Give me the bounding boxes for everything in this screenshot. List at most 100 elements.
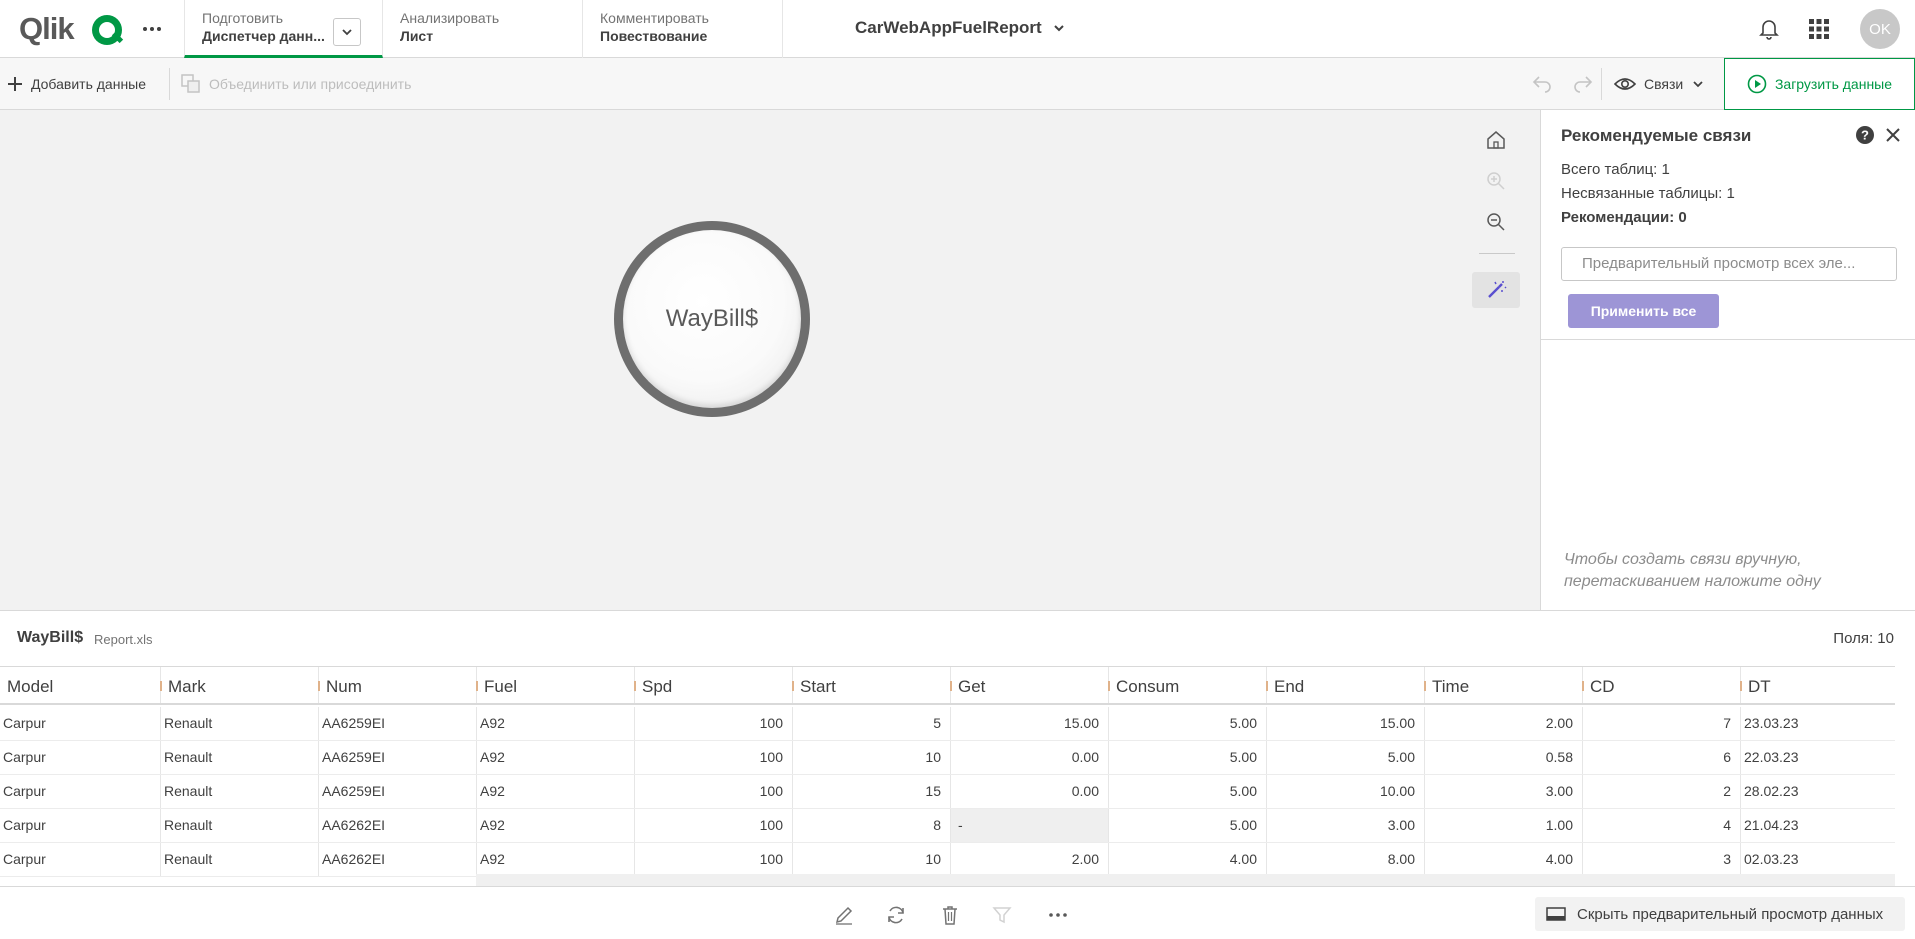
data-manager-toolbar: Добавить данные Объединить или присоедин… xyxy=(0,58,1915,110)
panel-divider xyxy=(1541,339,1915,340)
more-options-icon[interactable] xyxy=(1045,902,1071,928)
join-button[interactable]: Объединить или присоединить xyxy=(181,58,411,110)
table-cell: - xyxy=(951,809,1109,842)
filter-icon[interactable] xyxy=(989,902,1015,928)
chevron-down-icon xyxy=(1693,81,1703,88)
undo-icon xyxy=(1532,76,1551,93)
user-avatar[interactable]: OK xyxy=(1860,9,1900,49)
help-icon[interactable]: ? xyxy=(1855,125,1875,145)
table-cell: AA6259EI xyxy=(319,741,477,774)
app-title-dropdown[interactable]: CarWebAppFuelReport xyxy=(855,18,1066,38)
column-header[interactable]: Get xyxy=(950,667,1109,703)
table-cell: 100 xyxy=(635,775,793,808)
table-row: Carpur Renault AA6259EI A92 100 5 15.00 5.00 15.… xyxy=(0,707,1895,741)
table-bubble-waybill[interactable]: WayBill$ xyxy=(614,221,810,417)
recommendations-count: Рекомендации: 0 xyxy=(1561,209,1687,226)
svg-text:?: ? xyxy=(1861,128,1869,143)
table-cell: A92 xyxy=(477,707,635,740)
table-row: Carpur Renault AA6259EI A92 100 10 0.00 5.00 5.0… xyxy=(0,741,1895,775)
redo-button[interactable] xyxy=(1572,58,1594,110)
preview-table-name: WayBill$ xyxy=(17,629,84,646)
table-header-row: Model Mark Num Fuel Spd Start Get Consum End Time… xyxy=(0,667,1895,705)
column-header[interactable]: DT xyxy=(1740,667,1895,703)
hide-preview-label: Скрыть предварительный просмотр данных xyxy=(1577,905,1884,923)
load-data-label: Загрузить данные xyxy=(1774,76,1893,92)
edit-pencil-icon[interactable] xyxy=(831,902,857,928)
more-menu-icon[interactable] xyxy=(140,17,164,41)
table-cell: Renault xyxy=(161,741,319,774)
table-cell: AA6262EI xyxy=(319,809,477,842)
association-canvas[interactable]: WayBill$ xyxy=(0,110,1540,610)
undo-button[interactable] xyxy=(1531,58,1553,110)
tab-analyze[interactable]: Анализировать Лист xyxy=(383,0,583,58)
toolbar-divider xyxy=(169,68,170,100)
panel-title: Рекомендуемые связи xyxy=(1561,126,1752,145)
table-cell: A92 xyxy=(477,809,635,842)
column-header[interactable]: Mark xyxy=(160,667,319,703)
table-row: Carpur Renault AA6259EI A92 100 15 0.00 5.00 10.… xyxy=(0,775,1895,809)
app-title: CarWebAppFuelReport xyxy=(855,18,1042,37)
load-data-button[interactable]: Загрузить данные xyxy=(1724,58,1915,110)
preview-footer-toolbar: Скрыть предварительный просмотр данных xyxy=(0,886,1915,939)
preview-all-select[interactable]: Предварительный просмотр всех эле... xyxy=(1561,247,1897,281)
redo-icon xyxy=(1574,76,1593,93)
join-icon xyxy=(181,74,200,93)
notifications-bell-icon[interactable] xyxy=(1757,16,1781,40)
table-cell: 10.00 xyxy=(1267,775,1425,808)
home-icon[interactable] xyxy=(1474,122,1518,158)
table-cell: 5.00 xyxy=(1267,741,1425,774)
column-header[interactable]: CD xyxy=(1582,667,1741,703)
table-scrollbar[interactable] xyxy=(1895,666,1915,886)
table-row: Carpur Renault AA6262EI A92 100 8-5.00 3.00 1.0… xyxy=(0,809,1895,843)
total-tables: Всего таблиц: 1 xyxy=(1561,161,1670,178)
table-cell: Carpur xyxy=(0,843,161,876)
add-data-label: Добавить данные xyxy=(31,76,147,92)
logo-mark xyxy=(92,15,122,45)
tab-narrate-label: Комментировать xyxy=(600,10,709,26)
zoom-out-icon[interactable] xyxy=(1474,204,1518,240)
zoom-in-icon[interactable] xyxy=(1474,163,1518,199)
refresh-icon[interactable] xyxy=(883,902,909,928)
apply-all-button[interactable]: Применить все xyxy=(1568,294,1719,328)
data-preview-table: Model Mark Num Fuel Spd Start Get Consum End Time… xyxy=(0,666,1895,886)
hide-data-preview-button[interactable]: Скрыть предварительный просмотр данных xyxy=(1535,897,1905,931)
associations-view-dropdown[interactable]: Связи xyxy=(1614,58,1705,110)
column-header[interactable]: Model xyxy=(0,667,161,703)
table-cell: 2.00 xyxy=(951,843,1109,876)
column-header[interactable]: Start xyxy=(792,667,951,703)
tab-analyze-value: Лист xyxy=(400,28,434,44)
chevron-down-icon xyxy=(1053,25,1064,32)
add-data-button[interactable]: Добавить данные xyxy=(7,58,146,110)
close-icon[interactable] xyxy=(1883,125,1903,145)
table-cell: 3 xyxy=(1583,843,1741,876)
tab-prepare[interactable]: Подготовить Диспетчер данн... xyxy=(184,0,383,58)
play-icon xyxy=(1747,74,1767,94)
table-cell: 28.02.23 xyxy=(1741,775,1895,808)
column-header[interactable]: End xyxy=(1266,667,1425,703)
column-header[interactable]: Spd xyxy=(634,667,793,703)
table-cell: 8 xyxy=(793,809,951,842)
table-cell: 23.03.23 xyxy=(1741,707,1895,740)
column-header[interactable]: Num xyxy=(318,667,477,703)
table-cell: 15.00 xyxy=(951,707,1109,740)
table-cell: 5 xyxy=(793,707,951,740)
tab-narrate[interactable]: Комментировать Повествование xyxy=(583,0,783,58)
delete-trash-icon[interactable] xyxy=(937,902,963,928)
table-cell: 100 xyxy=(635,843,793,876)
table-cell: 100 xyxy=(635,809,793,842)
column-header[interactable]: Fuel xyxy=(476,667,635,703)
eye-icon xyxy=(1614,78,1636,90)
preview-file-name: Report.xls xyxy=(94,632,153,647)
magic-wand-icon[interactable] xyxy=(1472,272,1520,308)
chevron-down-icon[interactable] xyxy=(333,18,361,46)
column-header[interactable]: Consum xyxy=(1108,667,1267,703)
table-cell: Renault xyxy=(161,809,319,842)
top-navigation-bar: Qlik Подготовить Диспетчер данн... Анали… xyxy=(0,0,1915,58)
table-cell: 3.00 xyxy=(1267,809,1425,842)
fields-count: Поля: 10 xyxy=(1833,630,1894,647)
column-header[interactable]: Time xyxy=(1424,667,1583,703)
apps-grid-icon[interactable] xyxy=(1807,17,1831,41)
table-cell: AA6259EI xyxy=(319,707,477,740)
qlik-logo[interactable]: Qlik xyxy=(19,12,123,46)
table-cell: 0.58 xyxy=(1425,741,1583,774)
